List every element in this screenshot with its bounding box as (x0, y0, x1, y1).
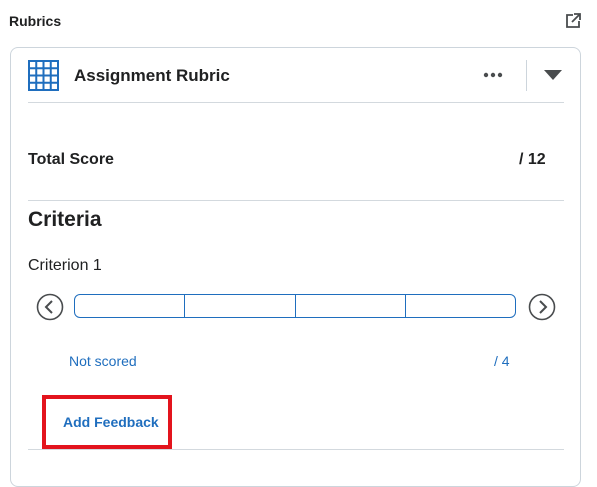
level-option[interactable] (296, 295, 406, 317)
grid-icon (28, 60, 59, 91)
caret-down-icon[interactable] (543, 68, 563, 82)
total-score-value: / 12 (519, 151, 546, 168)
popout-icon[interactable] (564, 12, 582, 30)
rubric-card: Assignment Rubric Total Score / 12 Crite… (10, 47, 581, 487)
level-option[interactable] (185, 295, 296, 317)
more-horizontal-icon[interactable] (481, 64, 505, 86)
criteria-heading: Criteria (28, 208, 102, 231)
criterion-status[interactable]: Not scored (69, 353, 137, 369)
level-option[interactable] (406, 295, 515, 317)
feedback-separator (28, 449, 564, 450)
rubric-title[interactable]: Assignment Rubric (74, 66, 230, 86)
criterion-out-of: / 4 (494, 353, 510, 369)
level-option[interactable] (75, 295, 186, 317)
rubrics-panel-title: Rubrics (9, 13, 62, 29)
criterion-levels (74, 294, 516, 318)
header-separator (28, 102, 564, 103)
total-separator (28, 200, 564, 201)
chevron-left-icon[interactable] (36, 293, 64, 321)
chevron-right-icon[interactable] (528, 293, 556, 321)
add-feedback-button[interactable]: Add Feedback (63, 414, 159, 430)
total-score-label: Total Score (28, 151, 114, 168)
header-divider (526, 60, 527, 91)
criterion-name: Criterion 1 (28, 257, 102, 274)
